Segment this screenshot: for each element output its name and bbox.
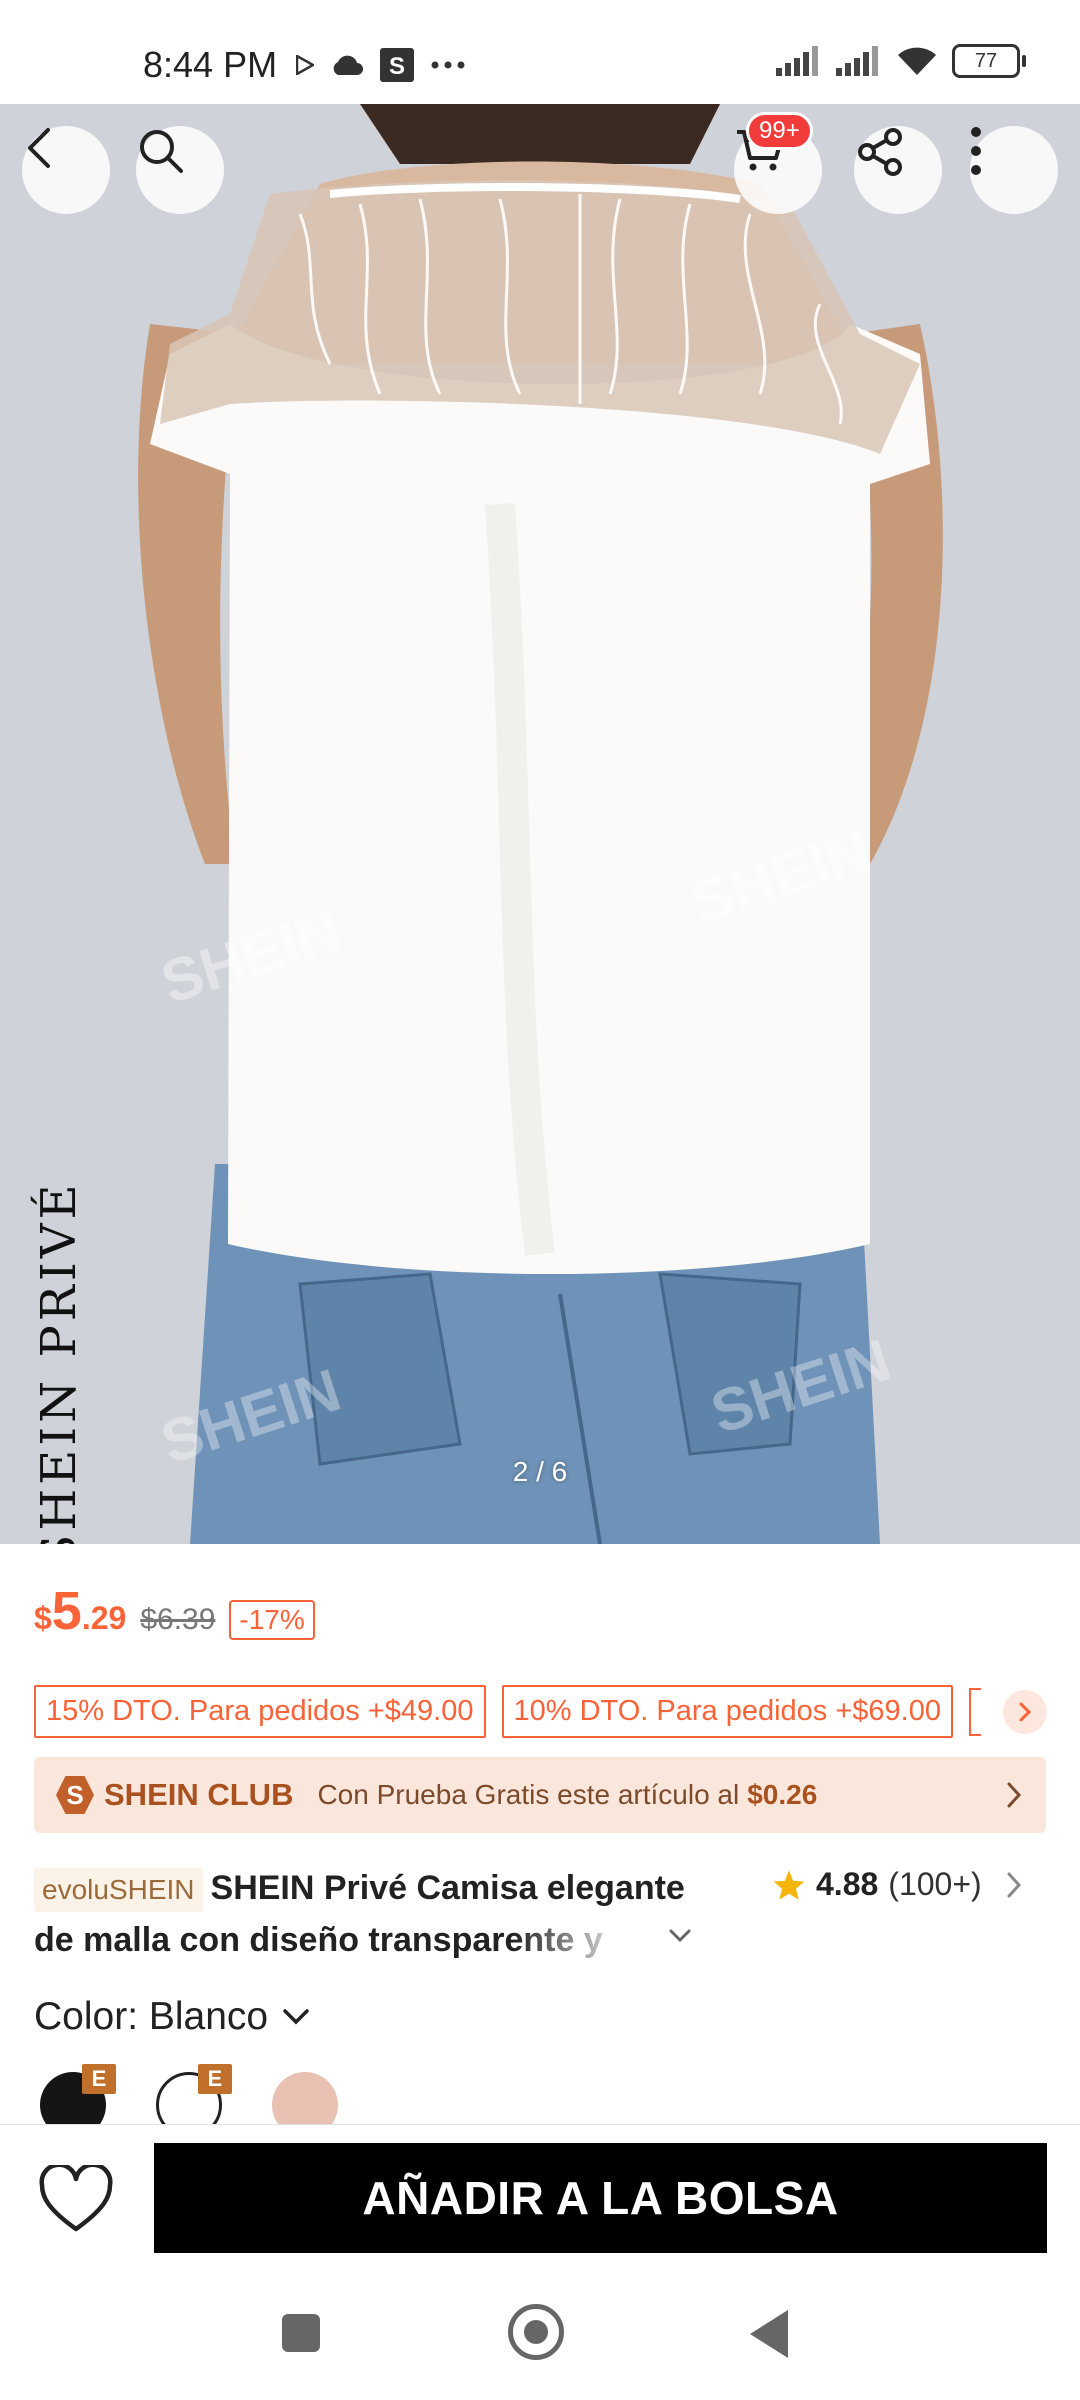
play-notification-icon	[296, 55, 314, 75]
status-time: 8:44 PM	[143, 44, 278, 85]
cloud-icon	[333, 55, 363, 75]
recents-button[interactable]	[282, 2314, 320, 2352]
club-offer-amount: $0.26	[747, 1779, 818, 1810]
product-photo: SHEIN SHEIN SHEIN SHEIN	[0, 104, 1080, 1544]
expand-title-button[interactable]	[668, 1920, 692, 1951]
e-badge: E	[198, 2064, 232, 2094]
coupon-item[interactable]: 15% DTO. Para pedidos +$49.00	[34, 1685, 486, 1738]
club-offer-text: Con Prueba Gratis este artículo al	[317, 1779, 740, 1810]
rating-summary[interactable]: 4.88 (100+)	[772, 1866, 1022, 1903]
image-counter: 2 / 6	[512, 1456, 568, 1487]
wishlist-button[interactable]	[38, 2162, 114, 2235]
svg-text:S: S	[389, 53, 405, 80]
shein-app-notification-icon: S	[380, 48, 414, 82]
cart-button[interactable]: 99+	[734, 112, 822, 214]
review-count: (100+)	[888, 1866, 982, 1902]
coupon-list: 15% DTO. Para pedidos +$49.00 10% DTO. P…	[34, 1685, 981, 1738]
price-decimal: .29	[81, 1600, 127, 1636]
coupons-more-button[interactable]	[1003, 1690, 1047, 1734]
signal-icon	[776, 46, 818, 76]
bottom-action-bar: AÑADIR A LA BOLSA	[0, 2124, 1080, 2275]
battery-indicator: 77	[952, 44, 1026, 78]
chevron-down-icon	[669, 1929, 691, 1943]
chevron-right-icon	[1007, 1872, 1021, 1897]
share-icon	[858, 128, 902, 176]
rating-value: 4.88	[816, 1866, 879, 1902]
wifi-icon	[898, 47, 936, 75]
system-back-button[interactable]	[750, 2310, 788, 2358]
more-options-button[interactable]	[970, 126, 1058, 214]
search-icon	[140, 130, 183, 173]
system-indicators: 77	[776, 44, 1026, 78]
status-bar: 8:44 PM S 77	[0, 0, 1080, 104]
search-button[interactable]	[136, 126, 224, 214]
heart-icon	[39, 2162, 113, 2232]
e-badge: E	[82, 2064, 116, 2094]
discount-badge: -17%	[229, 1600, 315, 1640]
color-selector[interactable]: Color: Blanco	[34, 1995, 310, 2039]
evolushein-tag: evoluSHEIN	[34, 1868, 203, 1912]
add-to-bag-button[interactable]: AÑADIR A LA BOLSA	[154, 2143, 1047, 2253]
share-button[interactable]	[854, 126, 942, 214]
more-notifications-icon	[431, 61, 465, 69]
notification-icons: S	[296, 48, 466, 82]
star-icon	[773, 1869, 805, 1900]
more-vertical-icon	[971, 127, 981, 175]
home-button[interactable]	[508, 2304, 564, 2360]
coupon-item[interactable]: 10% DTO. Para pedidos +$69.00	[501, 1685, 953, 1738]
shein-club-banner[interactable]: S SHEIN CLUB Con Prueba Gratis este artí…	[34, 1757, 1046, 1833]
color-label: Color: Blanco	[34, 1995, 269, 2038]
coupon-item-partial[interactable]	[969, 1687, 981, 1736]
product-title[interactable]: evoluSHEIN SHEIN Privé Camisa elegante de…	[34, 1862, 714, 1966]
original-price: $6.39	[140, 1603, 216, 1636]
chevron-left-icon	[28, 128, 50, 168]
club-name: SHEIN CLUB	[104, 1777, 294, 1812]
brand-text: SHEIN PRIVÉ	[31, 1180, 87, 1544]
product-image[interactable]: SHEIN SHEIN SHEIN SHEIN 99+ SHEIN PRIVÉ …	[0, 104, 1080, 1544]
cart-count-badge: 99+	[746, 112, 813, 150]
price-currency: $	[34, 1600, 52, 1636]
android-navigation-bar	[0, 2274, 1080, 2400]
shein-club-logo-icon: S	[56, 1776, 94, 1814]
price-integer: 5	[51, 1581, 82, 1641]
chevron-right-icon	[1019, 1702, 1032, 1722]
chevron-right-icon	[1007, 1782, 1022, 1808]
signal-icon-2	[836, 46, 878, 76]
price-row: $5.29 $6.39 -17%	[34, 1580, 315, 1642]
current-price: $5.29	[34, 1580, 126, 1642]
back-button[interactable]	[22, 126, 110, 214]
chevron-down-icon	[283, 2009, 309, 2025]
